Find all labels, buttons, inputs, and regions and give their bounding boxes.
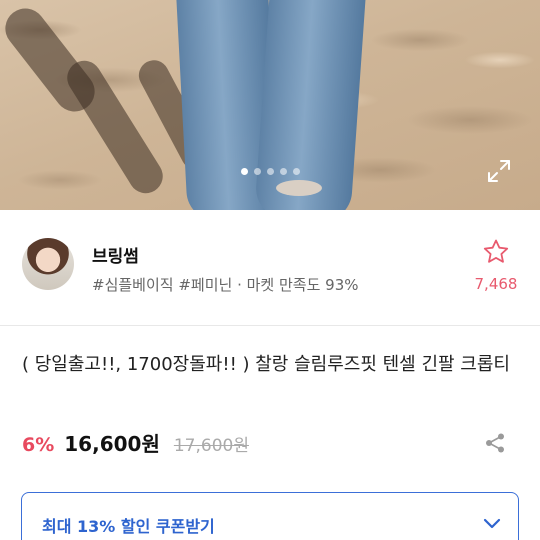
product-title: ( 당일출고!!, 1700장돌파!! ) 찰랑 슬림루즈핏 텐셀 긴팔 크롭티 [22, 354, 510, 375]
share-icon[interactable] [484, 432, 506, 454]
carousel-dot[interactable] [279, 168, 287, 175]
sale-price: 16,600원 [64, 432, 160, 456]
carousel-dot[interactable] [266, 168, 274, 175]
price-row: 6% 16,600원 17,600원 [22, 428, 249, 457]
product-image-carousel[interactable] [0, 0, 540, 210]
carousel-dot[interactable] [253, 168, 261, 175]
carousel-indicator [0, 168, 540, 175]
favorite-count: 7,468 [474, 275, 518, 293]
coupon-button[interactable]: 최대 13% 할인 쿠폰받기 [21, 492, 519, 540]
jeans-right-leg [254, 0, 366, 210]
chevron-down-icon [483, 518, 501, 529]
seller-info[interactable]: 브링썸 #심플베이직 #페미닌 · 마켓 만족도 93% 7,468 [0, 220, 540, 316]
discount-rate: 6% [22, 434, 55, 456]
seller-name[interactable]: 브링썸 [92, 242, 139, 267]
coupon-label: 최대 13% 할인 쿠폰받기 [42, 517, 215, 536]
expand-icon[interactable] [486, 158, 512, 184]
seller-avatar[interactable] [22, 238, 74, 290]
star-outline-icon[interactable] [482, 238, 510, 266]
jeans-rip [276, 180, 322, 196]
carousel-dot[interactable] [240, 168, 248, 175]
original-price: 17,600원 [173, 436, 249, 456]
carousel-dot[interactable] [292, 168, 300, 175]
seller-tags: #심플베이직 #페미닌 · 마켓 만족도 93% [92, 276, 359, 294]
divider [0, 325, 540, 326]
